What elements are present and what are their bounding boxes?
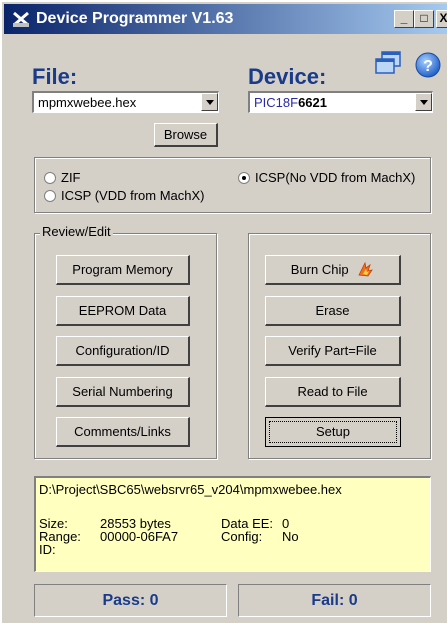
device-heading: Device: <box>248 64 327 89</box>
app-window: Device Programmer V1.63 _ □ X File: mpmx… <box>0 0 447 623</box>
pass-count: Pass: 0 <box>34 584 227 617</box>
radio-icsp-novdd-label: ICSP(No VDD from MachX) <box>255 170 416 185</box>
range-value: 00000-06FA7 <box>100 529 179 544</box>
radio-icsp-vdd-indicator <box>44 190 56 202</box>
radio-icsp-vdd[interactable]: ICSP (VDD from MachX) <box>44 188 205 203</box>
comments-links-button[interactable]: Comments/Links <box>56 417 190 447</box>
read-to-file-button[interactable]: Read to File <box>265 377 401 407</box>
browse-button[interactable]: Browse <box>154 123 218 147</box>
burn-chip-button[interactable]: Burn Chip <box>265 255 401 285</box>
file-info-panel: D:\Project\SBC65\websrvr65_v204\mpmxwebe… <box>34 476 431 572</box>
id-label: ID: <box>39 542 56 557</box>
program-memory-button[interactable]: Program Memory <box>56 255 190 285</box>
radio-zif-label: ZIF <box>61 170 81 185</box>
radio-icsp-novdd[interactable]: ICSP(No VDD from MachX) <box>238 170 415 185</box>
file-heading: File: <box>32 64 78 89</box>
device-select-prefix: PIC18F <box>254 95 299 110</box>
config-value: No <box>282 529 299 544</box>
burn-chip-label: Burn Chip <box>290 262 349 277</box>
review-edit-label: Review/Edit <box>40 224 113 239</box>
device-select-number: 6621 <box>298 95 327 110</box>
flame-icon <box>358 261 374 277</box>
file-select-value: mpmxwebee.hex <box>38 95 137 110</box>
chevron-down-icon[interactable] <box>201 93 218 111</box>
mode-group <box>34 157 431 213</box>
config-label: Config: <box>221 529 263 544</box>
help-icon[interactable]: ? <box>415 52 441 78</box>
minimize-button[interactable]: _ <box>394 10 414 28</box>
radio-zif[interactable]: ZIF <box>44 170 81 185</box>
serial-numbering-button[interactable]: Serial Numbering <box>56 377 190 407</box>
close-button[interactable]: X <box>436 10 447 28</box>
title-bar[interactable]: Device Programmer V1.63 _ □ X <box>4 4 447 34</box>
radio-zif-indicator <box>44 172 56 184</box>
minimize-icon: _ <box>400 11 408 25</box>
device-select[interactable]: PIC18F6621 <box>248 91 433 113</box>
setup-button[interactable]: Setup <box>265 417 401 447</box>
close-icon: X <box>439 11 447 25</box>
file-select[interactable]: mpmxwebee.hex <box>32 91 219 113</box>
radio-icsp-novdd-indicator <box>238 172 250 184</box>
verify-part-button[interactable]: Verify Part=File <box>265 336 401 366</box>
radio-icsp-vdd-label: ICSP (VDD from MachX) <box>61 188 205 203</box>
app-icon <box>13 11 29 27</box>
window-icon[interactable] <box>374 50 402 76</box>
fail-count: Fail: 0 <box>238 584 431 617</box>
svg-text:?: ? <box>423 58 433 75</box>
window-title: Device Programmer V1.63 <box>36 10 234 27</box>
file-path: D:\Project\SBC65\websrvr65_v204\mpmxwebe… <box>39 482 342 497</box>
eeprom-data-button[interactable]: EEPROM Data <box>56 296 190 326</box>
configuration-id-button[interactable]: Configuration/ID <box>56 336 190 366</box>
maximize-icon: □ <box>420 11 428 25</box>
chevron-down-icon[interactable] <box>415 93 432 111</box>
erase-button[interactable]: Erase <box>265 296 401 326</box>
maximize-button[interactable]: □ <box>414 10 434 28</box>
